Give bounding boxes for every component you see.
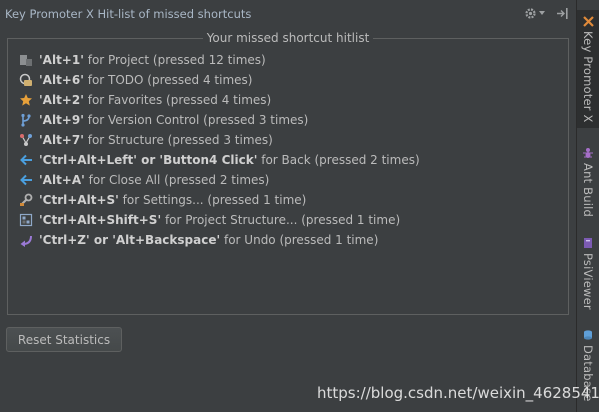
shortcut-list: 'Alt+1' for Project (pressed 12 times) '… (18, 50, 562, 250)
list-item: 'Ctrl+Alt+Shift+S' for Project Structure… (18, 210, 562, 230)
version-control-icon (18, 112, 34, 128)
list-item: 'Alt+A' for Close All (pressed 2 times) (18, 170, 562, 190)
ant-icon (581, 146, 595, 160)
list-item: 'Ctrl+Z' or 'Alt+Backspace' for Undo (pr… (18, 230, 562, 250)
tool-window-sidebar: Key Promoter X Ant Build PsiViewer Datab… (576, 0, 599, 412)
project-structure-icon (18, 212, 34, 228)
structure-icon (18, 132, 34, 148)
title-actions (523, 6, 569, 20)
list-item: 'Alt+2' for Favorites (pressed 4 times) (18, 90, 562, 110)
list-item: 'Ctrl+Alt+Left' or 'Button4 Click' for B… (18, 150, 562, 170)
window-title: Key Promoter X Hit-list of missed shortc… (5, 7, 252, 21)
project-icon (18, 52, 34, 68)
todo-icon (18, 72, 34, 88)
list-item: 'Alt+7' for Structure (pressed 3 times) (18, 130, 562, 150)
settings-wrench-icon (18, 192, 34, 208)
list-item: 'Ctrl+Alt+S' for Settings... (pressed 1 … (18, 190, 562, 210)
gear-icon[interactable] (523, 6, 537, 20)
hide-panel-icon[interactable] (555, 6, 569, 20)
watermark: https://blog.csdn.net/weixin_46285416 (317, 384, 599, 402)
list-item: 'Alt+6' for TODO (pressed 4 times) (18, 70, 562, 90)
list-item: 'Alt+1' for Project (pressed 12 times) (18, 50, 562, 70)
key-promoter-icon (581, 14, 595, 28)
back-arrow-icon (18, 152, 34, 168)
chevron-down-icon[interactable] (539, 6, 545, 20)
tool-window-title-bar: Key Promoter X Hit-list of missed shortc… (0, 0, 576, 28)
group-title: Your missed shortcut hitlist (202, 31, 374, 45)
undo-icon (18, 232, 34, 248)
close-all-arrow-icon (18, 172, 34, 188)
sidebar-tab-ant-build[interactable]: Ant Build (577, 142, 599, 222)
list-item: 'Alt+9' for Version Control (pressed 3 t… (18, 110, 562, 130)
database-icon (581, 328, 595, 342)
sidebar-tab-key-promoter[interactable]: Key Promoter X (577, 10, 599, 128)
star-icon (18, 92, 34, 108)
hitlist-group: Your missed shortcut hitlist 'Alt+1' for… (7, 31, 569, 315)
psi-viewer-icon (581, 236, 595, 250)
reset-statistics-button[interactable]: Reset Statistics (6, 327, 122, 352)
sidebar-tab-psiviewer[interactable]: PsiViewer (577, 232, 599, 314)
